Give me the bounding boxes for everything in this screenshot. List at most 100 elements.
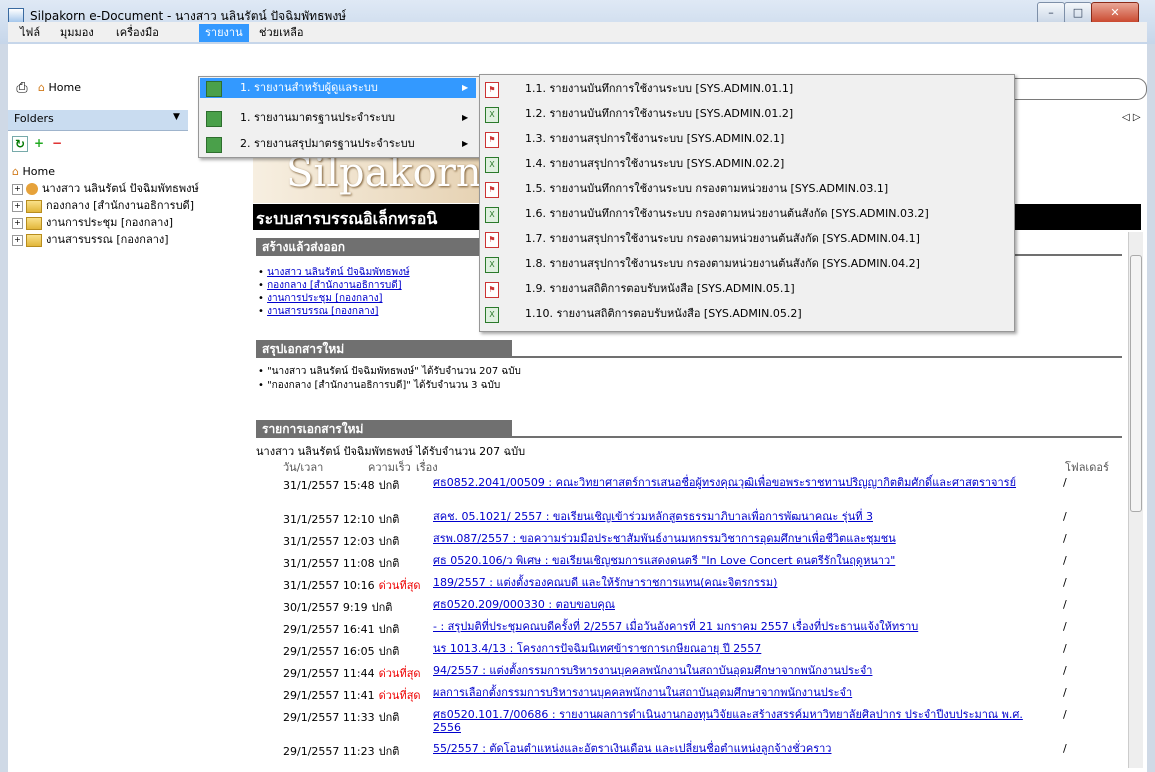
tree-item[interactable]: + งานการประชุม [กองกลาง] <box>12 215 173 231</box>
doc-speed: ปกติ <box>378 479 400 492</box>
expand-icon[interactable]: + <box>12 200 23 212</box>
doc-subject-link[interactable]: ศธ0520.209/000330 : ตอบขอบคุณ <box>433 598 1053 611</box>
summary-item: • "นางสาว นลินรัตน์ ปัจฉิมพัทธพงษ์" ได้ร… <box>258 366 521 377</box>
doc-subject-link[interactable]: - : สรุปมติที่ประชุมคณบดีครั้งที่ 2/2557… <box>433 620 1053 633</box>
menu-help[interactable]: ช่วยเหลือ <box>253 24 309 42</box>
tab-scroll-icon[interactable]: ◁ ▷ <box>1122 112 1141 123</box>
doc-subject-link[interactable]: สคช. 05.1021/ 2557 : ขอเรียนเชิญเข้าร่วม… <box>433 510 1053 523</box>
doc-subject-link[interactable]: ผลการเลือกตั้งกรรมการบริหารงานบุคคลพนักง… <box>433 686 1053 699</box>
close-button[interactable]: ✕ <box>1091 2 1139 24</box>
report-menu-item[interactable]: ⚑ 1.7. รายงานสรุปการใช้งานระบบ กรองตามหน่… <box>481 227 1011 251</box>
printer-icon[interactable]: ⎙ <box>12 79 32 97</box>
doc-date: 31/1/2557 12:03 <box>283 535 375 548</box>
menu-file[interactable]: ไฟล์ <box>14 24 46 42</box>
doc-folder: / <box>1063 510 1067 523</box>
doc-subject-link[interactable]: 189/2557 : แต่งตั้งรองคณบดี และให้รักษาร… <box>433 576 1053 589</box>
report-icon <box>206 81 222 97</box>
pdf-file-icon: ⚑ <box>485 282 499 298</box>
doc-subject-link[interactable]: นร 1013.4/13 : โครงการปัจฉิมนิเทศข้าราชก… <box>433 642 1053 655</box>
report-menu-label: 1.6. รายงานบันทึกการใช้งานระบบ กรองตามหน… <box>525 207 929 220</box>
report-menu-item[interactable]: X 1.10. รายงานสถิติการตอบรับหนังสือ [SYS.… <box>481 302 1011 326</box>
document-row[interactable]: 31/1/2557 12:03 ปกติ สรพ.087/2557 : ขอความ… <box>283 532 1067 550</box>
doc-speed: ปกติ <box>371 601 393 614</box>
pdf-file-icon: ⚑ <box>485 82 499 98</box>
scrollbar-thumb[interactable] <box>1130 255 1142 512</box>
report-icon <box>206 137 222 153</box>
menu-tools[interactable]: เครื่องมือ <box>110 24 165 42</box>
pdf-file-icon: ⚑ <box>485 232 499 248</box>
submenu-admin-reports[interactable]: 1. รายงานสำหรับผู้ดูแลระบบ ▶ <box>200 78 476 98</box>
document-row[interactable]: 29/1/2557 11:44 ด่วนที่สุด 94/2557 : แต่งต… <box>283 664 1067 682</box>
document-row[interactable]: 29/1/2557 11:41 ด่วนที่สุด ผลการเลือกตั้งก… <box>283 686 1067 704</box>
menu-view[interactable]: มุมมอง <box>54 24 100 42</box>
doc-folder: / <box>1063 554 1067 567</box>
doc-subject-link[interactable]: ศธ0852.2041/00509 : คณะวิทยาศาสตร์การเสน… <box>433 476 1053 489</box>
doc-folder: / <box>1063 532 1067 545</box>
report-menu-item[interactable]: ⚑ 1.5. รายงานบันทึกการใช้งานระบบ กรองตามห… <box>481 177 1011 201</box>
report-menu-label: 1.1. รายงานบันทึกการใช้งานระบบ [SYS.ADMI… <box>525 82 794 95</box>
doc-date: 29/1/2557 11:41 <box>283 689 375 702</box>
doc-speed: ปกติ <box>378 623 400 636</box>
home-label: Home <box>48 81 81 94</box>
folders-dropdown-icon[interactable]: ▼ <box>173 112 180 122</box>
tree-home[interactable]: ⌂ Home <box>12 164 55 180</box>
report-menu-item[interactable]: X 1.2. รายงานบันทึกการใช้งานระบบ [SYS.ADM… <box>481 102 1011 126</box>
minimize-button[interactable]: – <box>1037 2 1065 24</box>
document-row[interactable]: 31/1/2557 12:10 ปกติ สคช. 05.1021/ 2557 : … <box>283 510 1067 528</box>
doc-subject-link[interactable]: สรพ.087/2557 : ขอความร่วมมือประชาสัมพันธ… <box>433 532 1053 545</box>
tree-item[interactable]: + งานสารบรรณ [กองกลาง] <box>12 232 169 248</box>
report-menu-label: 1.4. รายงานสรุปการใช้งานระบบ [SYS.ADMIN.… <box>525 157 785 170</box>
document-row[interactable]: 31/1/2557 15:48 ปกติ ศธ0852.2041/00509 : ค… <box>283 476 1067 494</box>
doc-subject-link[interactable]: 55/2557 : ตัดโอนตำแหน่งและอัตราเงินเดือน… <box>433 742 1053 755</box>
tree-item-label: งานการประชุม [กองกลาง] <box>46 216 173 229</box>
expand-icon[interactable]: + <box>12 234 23 246</box>
expand-icon[interactable]: + <box>12 217 23 229</box>
submenu-summary-reports[interactable]: 2. รายงานสรุปมาตรฐานประจำระบบ ▶ <box>200 134 476 154</box>
system-title: ระบบสารบรรณอิเล็กทรอนิ <box>256 209 438 228</box>
report-menu-item[interactable]: X 1.4. รายงานสรุปการใช้งานระบบ [SYS.ADMIN… <box>481 152 1011 176</box>
created-link[interactable]: • งานสารบรรณ [กองกลาง] <box>258 304 378 319</box>
doc-date: 29/1/2557 11:33 <box>283 711 375 724</box>
menu-reports[interactable]: รายงาน <box>199 24 249 42</box>
document-row[interactable]: 31/1/2557 11:08 ปกติ ศธ 0520.106/ว พิเศษ :… <box>283 554 1067 572</box>
report-menu-item[interactable]: X 1.8. รายงานสรุปการใช้งานระบบ กรองตามหน่… <box>481 252 1011 276</box>
report-menu-item[interactable]: ⚑ 1.9. รายงานสถิติการตอบรับหนังสือ [SYS.A… <box>481 277 1011 301</box>
document-row[interactable]: 29/1/2557 11:33 ปกติ ศธ0520.101.7/00686 : … <box>283 708 1067 734</box>
doc-folder: / <box>1063 620 1067 633</box>
report-menu-item[interactable]: X 1.6. รายงานบันทึกการใช้งานระบบ กรองตามห… <box>481 202 1011 226</box>
tree-item-label: งานสารบรรณ [กองกลาง] <box>46 233 169 246</box>
document-row[interactable]: 30/1/2557 9:19 ปกติ ศธ0520.209/000330 : ตอ… <box>283 598 1067 616</box>
maximize-button[interactable]: □ <box>1064 2 1092 24</box>
tree-item-label: นางสาว นลินรัตน์ ปัจฉิมพัทธพงษ์ <box>42 182 199 195</box>
doc-date: 31/1/2557 10:16 <box>283 579 375 592</box>
refresh-icon[interactable]: ↻ <box>12 136 28 152</box>
excel-file-icon: X <box>485 207 499 223</box>
report-menu-label: 1.9. รายงานสถิติการตอบรับหนังสือ [SYS.AD… <box>525 282 795 295</box>
document-row[interactable]: 29/1/2557 16:41 ปกติ - : สรุปมติที่ประชุมค… <box>283 620 1067 638</box>
home-button[interactable]: ⌂ Home <box>38 79 104 97</box>
doc-subject-link[interactable]: 94/2557 : แต่งตั้งกรรมการบริหารงานบุคคลพ… <box>433 664 1053 677</box>
add-icon[interactable]: + <box>32 136 46 150</box>
doc-subject-link[interactable]: ศธ0520.101.7/00686 : รายงานผลการดำเนินงา… <box>433 708 1053 734</box>
tree-item[interactable]: + นางสาว นลินรัตน์ ปัจฉิมพัทธพงษ์ <box>12 181 199 197</box>
doc-date: 31/1/2557 12:10 <box>283 513 375 526</box>
doc-subject-link[interactable]: ศธ 0520.106/ว พิเศษ : ขอเรียนเชิญชมการแส… <box>433 554 1053 567</box>
doc-date: 31/1/2557 11:08 <box>283 557 375 570</box>
tree-item[interactable]: + กองกลาง [สำนักงานอธิการบดี] <box>12 198 194 214</box>
doc-speed: ปกติ <box>378 711 400 724</box>
summary-item: • "กองกลาง [สำนักงานอธิการบดี]" ได้รับจำ… <box>258 380 501 391</box>
document-row[interactable]: 29/1/2557 11:23 ปกติ 55/2557 : ตัดโอนตำแหน… <box>283 742 1067 760</box>
pdf-file-icon: ⚑ <box>485 182 499 198</box>
folder-icon <box>26 216 42 230</box>
doc-folder: / <box>1063 598 1067 611</box>
document-row[interactable]: 31/1/2557 10:16 ด่วนที่สุด 189/2557 : แต่ง… <box>283 576 1067 594</box>
report-menu-item[interactable]: ⚑ 1.1. รายงานบันทึกการใช้งานระบบ [SYS.ADM… <box>481 77 1011 101</box>
report-menu-item[interactable]: ⚑ 1.3. รายงานสรุปการใช้งานระบบ [SYS.ADMIN… <box>481 127 1011 151</box>
divider <box>256 436 1122 438</box>
excel-file-icon: X <box>485 307 499 323</box>
document-row[interactable]: 29/1/2557 16:05 ปกติ นร 1013.4/13 : โครงกา… <box>283 642 1067 660</box>
expand-icon[interactable]: + <box>12 183 23 195</box>
remove-icon[interactable]: − <box>50 136 64 150</box>
col-speed: ความเร็ว <box>368 461 411 474</box>
submenu-standard-reports[interactable]: 1. รายงานมาตรฐานประจำระบบ ▶ <box>200 108 476 128</box>
